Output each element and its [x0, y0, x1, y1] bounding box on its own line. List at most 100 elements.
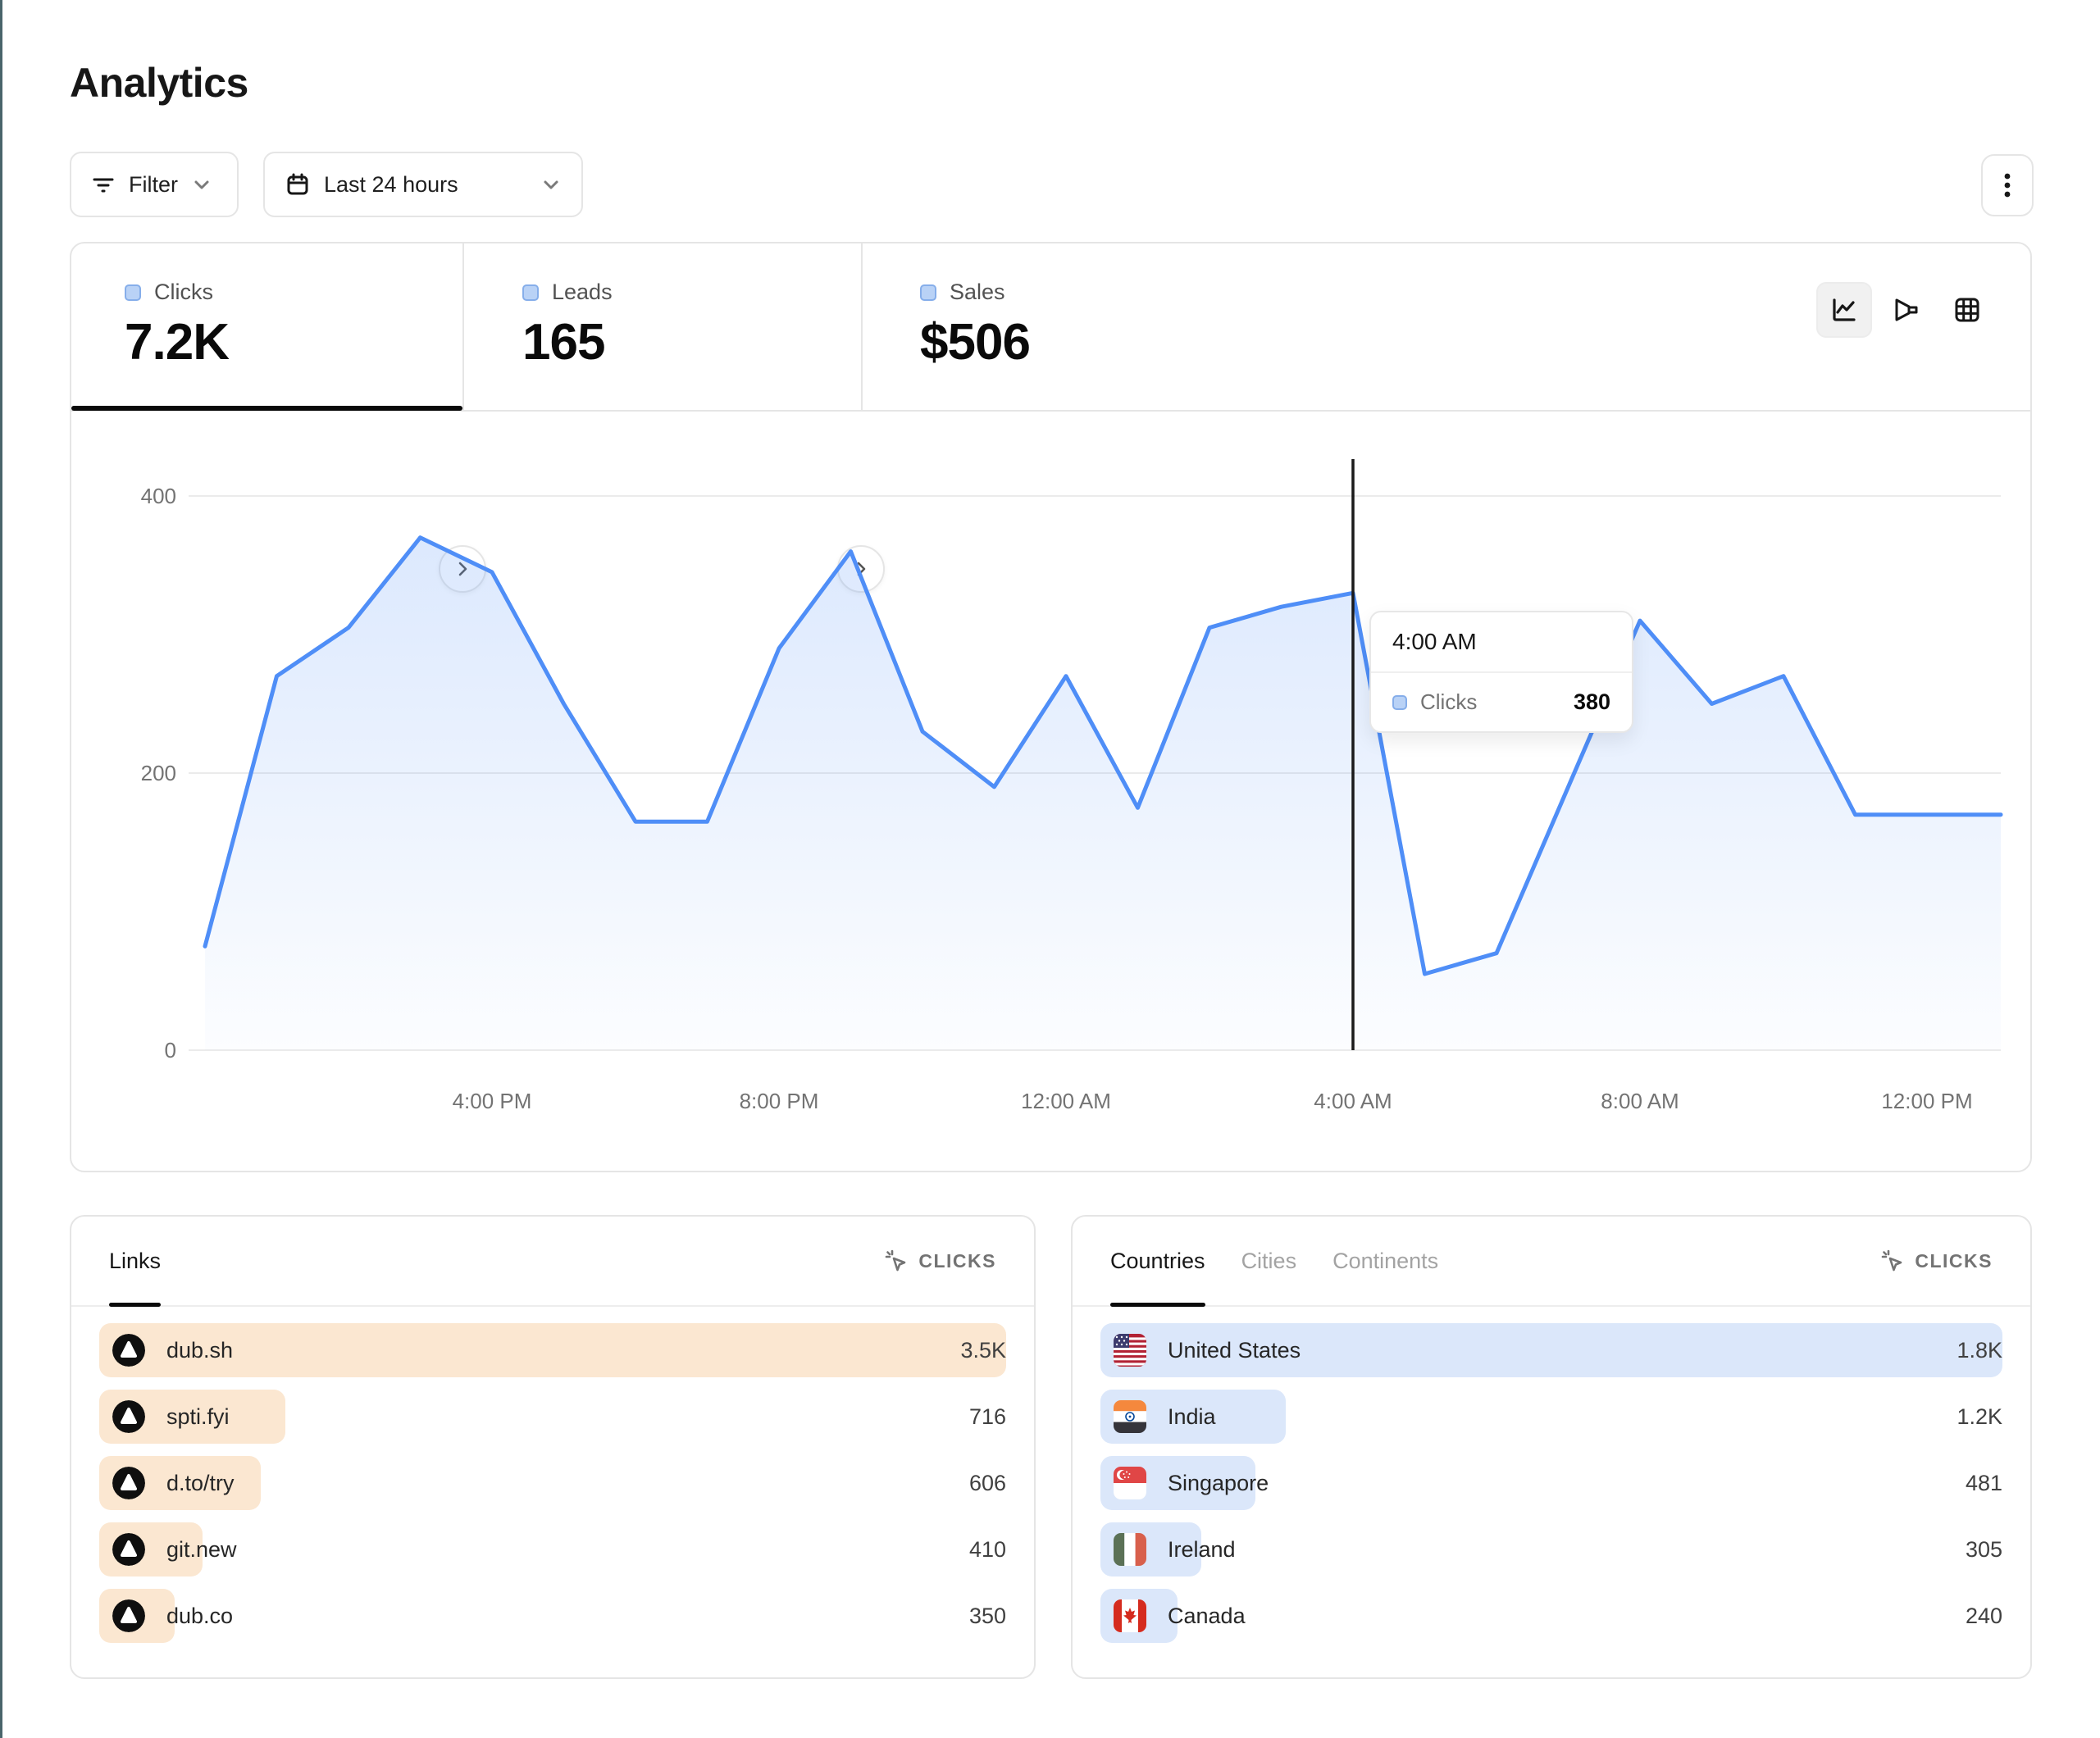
item-label: India	[1168, 1404, 1216, 1430]
flag-ireland-icon	[1114, 1533, 1146, 1566]
country-row-4[interactable]: Ireland 305	[1100, 1522, 2002, 1576]
dub-logo-icon	[112, 1400, 145, 1433]
link-row-1[interactable]: dub.sh 3.5K	[99, 1323, 1006, 1377]
filter-button-label: Filter	[129, 172, 178, 198]
tooltip-legend-swatch	[1392, 695, 1407, 710]
links-metric-label: CLICKS	[918, 1250, 996, 1272]
link-row-4[interactable]: git.new 410	[99, 1522, 1006, 1576]
line-chart-icon	[1829, 294, 1860, 325]
tab-countries[interactable]: Countries	[1110, 1217, 1205, 1305]
chevron-right-icon	[851, 559, 871, 579]
item-label: spti.fyi	[166, 1404, 230, 1430]
countries-metric-selector[interactable]: CLICKS	[1880, 1249, 1993, 1273]
tab-leads[interactable]: Leads 165	[522, 280, 613, 371]
countries-metric-label: CLICKS	[1915, 1250, 1993, 1272]
expand-clicks-button[interactable]	[439, 545, 486, 593]
tab-links[interactable]: Links	[109, 1217, 161, 1305]
funnel-icon	[1890, 294, 1921, 325]
calendar-icon	[285, 171, 311, 198]
active-tab-underline	[71, 406, 462, 411]
chart-mode-line-button[interactable]	[1816, 282, 1872, 338]
dub-logo-icon	[112, 1334, 145, 1367]
value-bar	[99, 1323, 1006, 1377]
item-label: Canada	[1168, 1604, 1246, 1629]
links-panel: Links CLICKS dub.sh 3.5K spti.fyi 716 d.…	[70, 1215, 1036, 1679]
country-row-5[interactable]: Canada 240	[1100, 1589, 2002, 1643]
links-metric-selector[interactable]: CLICKS	[884, 1249, 996, 1273]
flag-sg-icon	[1114, 1467, 1146, 1499]
item-label: dub.co	[166, 1604, 233, 1629]
tab-continents[interactable]: Continents	[1332, 1217, 1438, 1305]
item-value: 606	[969, 1471, 1006, 1496]
flag-us-icon	[1114, 1334, 1146, 1367]
item-value: 350	[969, 1604, 1006, 1629]
tab-clicks[interactable]: Clicks 7.2K	[125, 280, 229, 371]
cursor-click-icon	[884, 1249, 909, 1273]
item-label: Singapore	[1168, 1471, 1269, 1496]
expand-leads-button[interactable]	[837, 545, 885, 593]
link-row-5[interactable]: dub.co 350	[99, 1589, 1006, 1643]
link-row-2[interactable]: spti.fyi 716	[99, 1390, 1006, 1444]
countries-panel: Countries Cities Continents CLICKS Unite…	[1071, 1215, 2032, 1679]
clicks-legend-swatch	[125, 284, 141, 301]
stat-value: 165	[522, 313, 613, 371]
flag-singapore-icon	[1114, 1467, 1146, 1499]
dub-logo-icon	[112, 1467, 145, 1499]
tab-cities[interactable]: Cities	[1241, 1217, 1297, 1305]
tab-sales[interactable]: Sales $506	[920, 280, 1030, 371]
country-row-1[interactable]: United States 1.8K	[1100, 1323, 2002, 1377]
date-range-button[interactable]: Last 24 hours	[263, 152, 583, 217]
item-label: Ireland	[1168, 1537, 1236, 1563]
dub-logo-icon	[112, 1467, 145, 1499]
table-grid-icon	[1952, 294, 1983, 325]
dub-logo-icon	[112, 1533, 145, 1566]
country-row-2[interactable]: India 1.2K	[1100, 1390, 2002, 1444]
date-range-label: Last 24 hours	[324, 172, 458, 198]
stat-label: Leads	[552, 280, 613, 305]
window-edge-strip	[0, 0, 2, 1738]
chevron-down-icon	[191, 174, 212, 195]
chart-mode-table-button[interactable]	[1939, 282, 1995, 338]
dub-logo-icon	[112, 1334, 145, 1367]
tooltip-series-label: Clicks	[1420, 689, 1477, 715]
more-options-button[interactable]	[1981, 154, 2034, 216]
item-value: 481	[1966, 1471, 2002, 1496]
filter-button[interactable]: Filter	[70, 152, 239, 217]
item-label: git.new	[166, 1537, 237, 1563]
country-row-3[interactable]: Singapore 481	[1100, 1456, 2002, 1510]
item-value: 240	[1966, 1604, 2002, 1629]
filter-icon	[91, 172, 116, 197]
item-value: 3.5K	[960, 1338, 1006, 1363]
item-value: 305	[1966, 1537, 2002, 1563]
item-value: 716	[969, 1404, 1006, 1430]
link-row-3[interactable]: d.to/try 606	[99, 1456, 1006, 1510]
analytics-chart-card: Clicks 7.2K Leads 165 Sales $506	[70, 242, 2032, 1172]
item-value: 1.2K	[1957, 1404, 2002, 1430]
flag-canada-icon	[1114, 1599, 1146, 1632]
stat-label: Clicks	[154, 280, 213, 305]
dub-logo-icon	[112, 1400, 145, 1433]
sales-legend-swatch	[920, 284, 936, 301]
tooltip-value: 380	[1574, 689, 1610, 715]
cursor-click-icon	[1880, 1249, 1905, 1273]
tooltip-time: 4:00 AM	[1371, 612, 1632, 673]
chevron-right-icon	[453, 559, 472, 579]
tab-divider	[861, 243, 863, 410]
stat-value: $506	[920, 313, 1030, 371]
chart-mode-funnel-button[interactable]	[1878, 282, 1934, 338]
flag-us-icon	[1114, 1334, 1146, 1367]
dub-logo-icon	[112, 1599, 145, 1632]
tab-divider	[462, 243, 464, 410]
flag-in-icon	[1114, 1400, 1146, 1433]
flag-ca-icon	[1114, 1599, 1146, 1632]
item-value: 410	[969, 1537, 1006, 1563]
item-label: d.to/try	[166, 1471, 235, 1496]
item-value: 1.8K	[1957, 1338, 2002, 1363]
flag-ie-icon	[1114, 1533, 1146, 1566]
leads-legend-swatch	[522, 284, 539, 301]
flag-india-icon	[1114, 1400, 1146, 1433]
dub-logo-icon	[112, 1533, 145, 1566]
stat-value: 7.2K	[125, 313, 229, 371]
item-label: United States	[1168, 1338, 1301, 1363]
item-label: dub.sh	[166, 1338, 233, 1363]
